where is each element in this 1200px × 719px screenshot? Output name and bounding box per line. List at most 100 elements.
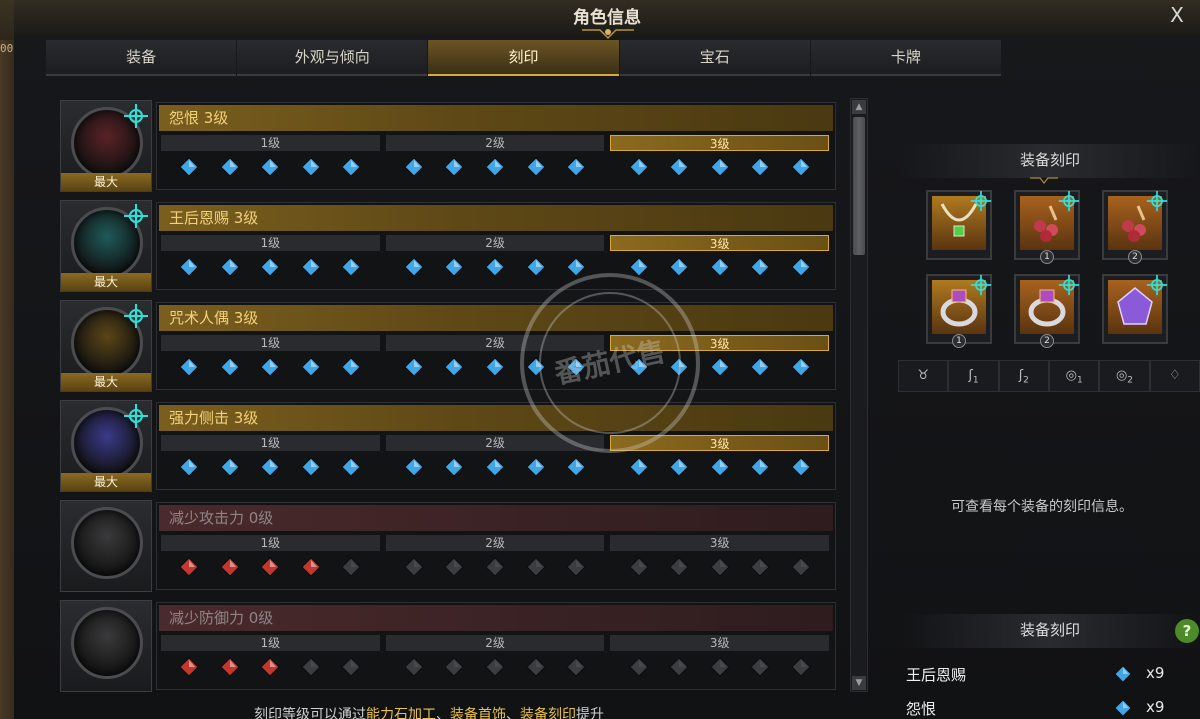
gem-row bbox=[386, 551, 605, 583]
engraving-portrait[interactable] bbox=[60, 600, 152, 692]
footer-link-engraving[interactable]: 装备刻印 bbox=[520, 707, 576, 719]
blue-gem-icon bbox=[179, 157, 199, 177]
gem-row bbox=[386, 251, 605, 283]
blue-gem-icon bbox=[566, 257, 586, 277]
level-label: 1级 bbox=[161, 135, 380, 151]
footer-link-accessory[interactable]: 装备首饰 bbox=[450, 707, 506, 719]
engraving-row[interactable]: 减少攻击力 0级 1级 2级 3级 bbox=[58, 500, 836, 592]
engraving-row[interactable]: 最大 强力侧击 3级 1级 2级 3级 bbox=[58, 400, 836, 492]
blue-gem-icon bbox=[750, 457, 770, 477]
tab-3[interactable]: 宝石 bbox=[619, 40, 810, 76]
gem-row bbox=[161, 351, 380, 383]
equipment-engraving-panel: 装备刻印 1212 ♉ ʃ1 ʃ2 ◎1 ◎2 ♢ 可查看每个装备的刻印信息。 装备刻印 … bbox=[884, 90, 1200, 719]
blue-gem-icon bbox=[709, 357, 730, 377]
equipment-slot[interactable]: 1 bbox=[926, 274, 992, 348]
engraving-portrait[interactable]: 最大 bbox=[60, 200, 152, 292]
section-ornament-icon bbox=[1030, 177, 1058, 184]
equipment-slot[interactable]: 2 bbox=[1102, 190, 1168, 264]
ring2-filter-icon[interactable]: ◎2 bbox=[1099, 360, 1150, 392]
engraving-active-star-icon bbox=[970, 190, 992, 212]
red-gem-icon bbox=[301, 557, 321, 577]
engraving-list: 最大 怨恨 3级 1级 2级 3级 最大 王后恩赐 3级 1级 2级 3级 最大 咒术人偶 3级 1级 2… bbox=[58, 98, 838, 692]
section-title-equip-engraving: 装备刻印 bbox=[900, 144, 1200, 178]
engraving-portrait[interactable]: 最大 bbox=[60, 300, 152, 392]
summary-engraving-name: 怨恨 bbox=[906, 700, 937, 718]
gem-row bbox=[610, 351, 829, 383]
gem-row bbox=[386, 351, 605, 383]
engraving-level: 1级 bbox=[161, 335, 380, 385]
stone-filter-icon[interactable]: ♢ bbox=[1149, 360, 1200, 392]
scroll-thumb[interactable] bbox=[853, 117, 865, 255]
engraving-row[interactable]: 最大 咒术人偶 3级 1级 2级 3级 bbox=[58, 300, 836, 392]
red-gem-icon bbox=[301, 657, 321, 677]
red-gem-icon bbox=[669, 657, 689, 677]
level-label: 2级 bbox=[385, 335, 605, 351]
scroll-up-icon[interactable]: ▲ bbox=[852, 100, 866, 114]
blue-gem-icon bbox=[485, 157, 505, 177]
blue-gem-icon bbox=[220, 357, 240, 377]
necklace-filter-icon[interactable]: ♉ bbox=[898, 360, 949, 392]
engraving-portrait[interactable]: 最大 bbox=[60, 400, 152, 492]
tab-2[interactable]: 刻印 bbox=[428, 40, 619, 76]
slot-index-badge: 2 bbox=[1040, 334, 1054, 348]
blue-gem-icon bbox=[260, 257, 281, 277]
level-label: 1级 bbox=[161, 235, 380, 251]
engraving-row[interactable]: 最大 怨恨 3级 1级 2级 3级 bbox=[58, 100, 836, 192]
red-gem-icon bbox=[669, 557, 689, 577]
tab-bar: 装备 外观与倾向 刻印 宝石 卡牌 bbox=[46, 40, 1002, 76]
blue-gem-icon bbox=[525, 357, 546, 377]
equipment-slot[interactable]: 1 bbox=[1014, 190, 1080, 264]
earring1-filter-icon[interactable]: ʃ1 bbox=[948, 360, 999, 392]
equipment-slot[interactable] bbox=[926, 190, 992, 260]
tab-4[interactable]: 卡牌 bbox=[810, 40, 1002, 76]
engraving-row[interactable]: 减少防御力 0级 1级 2级 3级 bbox=[58, 600, 836, 692]
red-gem-icon bbox=[179, 557, 199, 577]
engraving-name: 强力侧击 3级 bbox=[159, 405, 833, 431]
blue-gem-icon bbox=[525, 157, 546, 177]
tab-1[interactable]: 外观与倾向 bbox=[237, 40, 428, 76]
blue-gem-icon bbox=[628, 157, 649, 177]
level-label: 2级 bbox=[385, 635, 605, 651]
engraving-portrait[interactable] bbox=[60, 500, 152, 592]
equipment-slot[interactable] bbox=[1102, 274, 1168, 344]
red-gem-icon bbox=[485, 657, 505, 677]
earring2-filter-icon[interactable]: ʃ2 bbox=[998, 360, 1049, 392]
max-badge: 最大 bbox=[61, 173, 151, 191]
red-gem-icon bbox=[404, 657, 424, 677]
engraving-row[interactable]: 最大 王后恩赐 3级 1级 2级 3级 bbox=[58, 200, 836, 292]
engraving-portrait[interactable]: 最大 bbox=[60, 100, 152, 192]
engraving-level: 2级 bbox=[385, 635, 605, 685]
engraving-level: 2级 bbox=[385, 135, 605, 185]
level-label: 1级 bbox=[161, 535, 380, 551]
engraving-level: 2级 bbox=[385, 235, 605, 285]
engraving-icon bbox=[71, 507, 143, 579]
slot-index-badge: 1 bbox=[1040, 250, 1054, 264]
red-gem-icon bbox=[525, 557, 546, 577]
blue-gem-icon bbox=[525, 257, 546, 277]
footer-link-ability-stone[interactable]: 能力石加工 bbox=[366, 707, 436, 719]
blue-gem-icon bbox=[485, 357, 505, 377]
scrollbar[interactable]: ▲ ▼ bbox=[850, 98, 868, 692]
equipment-slot[interactable]: 2 bbox=[1014, 274, 1080, 348]
red-gem-icon bbox=[404, 557, 424, 577]
title-bar[interactable]: 角色信息 X bbox=[14, 0, 1200, 40]
engraving-level: 1级 bbox=[161, 635, 380, 685]
red-gem-icon bbox=[709, 657, 730, 677]
red-gem-icon bbox=[628, 557, 649, 577]
gem-row bbox=[386, 451, 605, 483]
footer-note: 刻印等级可以通过能力石加工、装备首饰、装备刻印提升 bbox=[254, 704, 604, 719]
level-label: 3级 bbox=[610, 435, 830, 451]
engraving-level: 2级 bbox=[385, 335, 605, 385]
tab-0[interactable]: 装备 bbox=[46, 40, 237, 76]
blue-gem-icon bbox=[404, 457, 424, 477]
summary-row: 王后恩赐 x9 bbox=[906, 664, 1186, 686]
close-button[interactable]: X bbox=[1164, 2, 1190, 28]
gem-row bbox=[161, 651, 380, 683]
level-label: 2级 bbox=[385, 435, 605, 451]
footer-separator: 、 bbox=[436, 707, 450, 719]
help-button[interactable]: ? bbox=[1175, 619, 1199, 643]
scroll-down-icon[interactable]: ▼ bbox=[852, 676, 866, 690]
blue-gem-icon bbox=[301, 257, 321, 277]
ring1-filter-icon[interactable]: ◎1 bbox=[1048, 360, 1100, 392]
red-gem-icon bbox=[341, 657, 362, 677]
